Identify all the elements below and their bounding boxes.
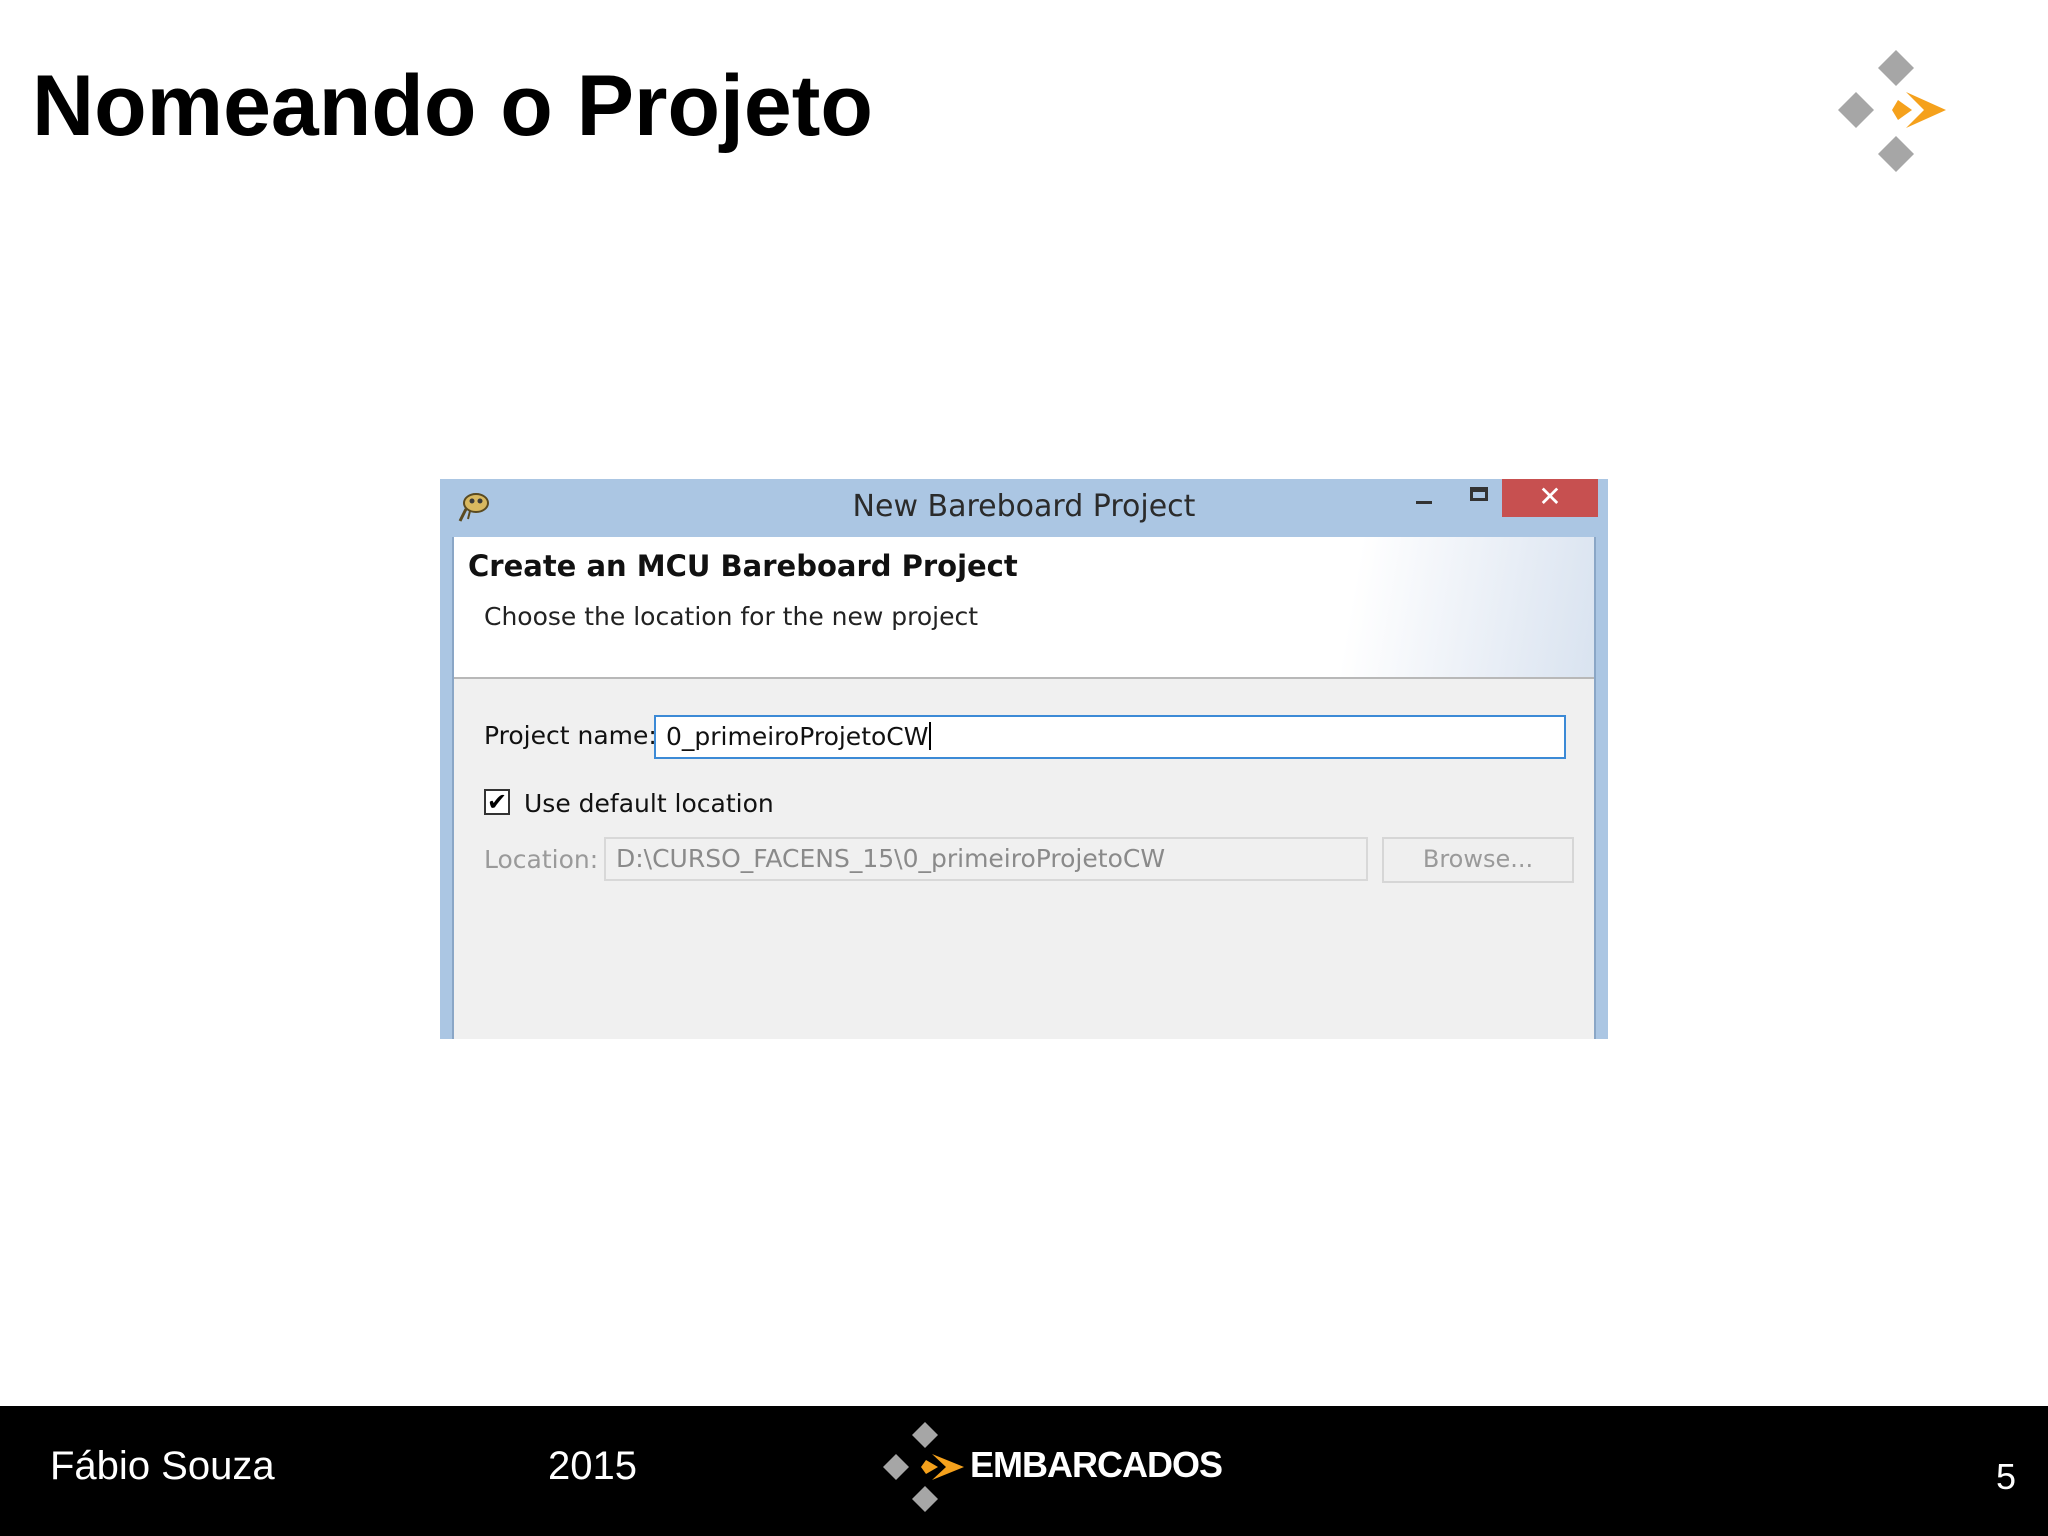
project-name-label: Project name: [484, 721, 657, 750]
footer-brand: EMBARCADOS [970, 1444, 1223, 1485]
new-bareboard-project-dialog: New Bareboard Project ✕ Create an MCU Ba… [440, 479, 1608, 1039]
embarcados-logo-icon [1838, 50, 1946, 172]
wizard-header-subtitle: Choose the location for the new project [484, 602, 979, 631]
slide-footer: Fábio Souza 2015 EMBARCADOS 5 [0, 1406, 2048, 1536]
maximize-icon [1470, 487, 1488, 501]
browse-button[interactable]: Browse... [1382, 837, 1574, 883]
maximize-button[interactable] [1454, 479, 1504, 517]
dialog-client-area: Create an MCU Bareboard Project Choose t… [452, 537, 1596, 1039]
project-name-value: 0_primeiroProjetoCW [666, 722, 929, 751]
dialog-titlebar[interactable]: New Bareboard Project ✕ [440, 479, 1608, 537]
checkmark-icon: ✔ [486, 788, 508, 816]
slide-title: Nomeando o Projeto [32, 58, 873, 154]
minimize-icon [1416, 501, 1432, 504]
project-name-input[interactable]: 0_primeiroProjetoCW [654, 715, 1566, 759]
page-number: 5 [1996, 1456, 2017, 1497]
use-default-location-label[interactable]: Use default location [524, 789, 774, 818]
footer-year: 2015 [548, 1444, 637, 1488]
location-label: Location: [484, 845, 599, 874]
embarcados-footer-logo-icon [883, 1422, 964, 1512]
location-input[interactable]: D:\CURSO_FACENS_15\0_primeiroProjetoCW [604, 837, 1368, 881]
use-default-location-checkbox[interactable]: ✔ [484, 789, 510, 815]
close-button[interactable]: ✕ [1502, 479, 1598, 517]
wizard-header-banner: Create an MCU Bareboard Project Choose t… [454, 537, 1594, 679]
wizard-header-title: Create an MCU Bareboard Project [468, 549, 1018, 583]
minimize-button[interactable] [1400, 479, 1450, 517]
text-caret [929, 722, 932, 750]
footer-author: Fábio Souza [50, 1444, 275, 1488]
close-icon: ✕ [1538, 480, 1562, 513]
